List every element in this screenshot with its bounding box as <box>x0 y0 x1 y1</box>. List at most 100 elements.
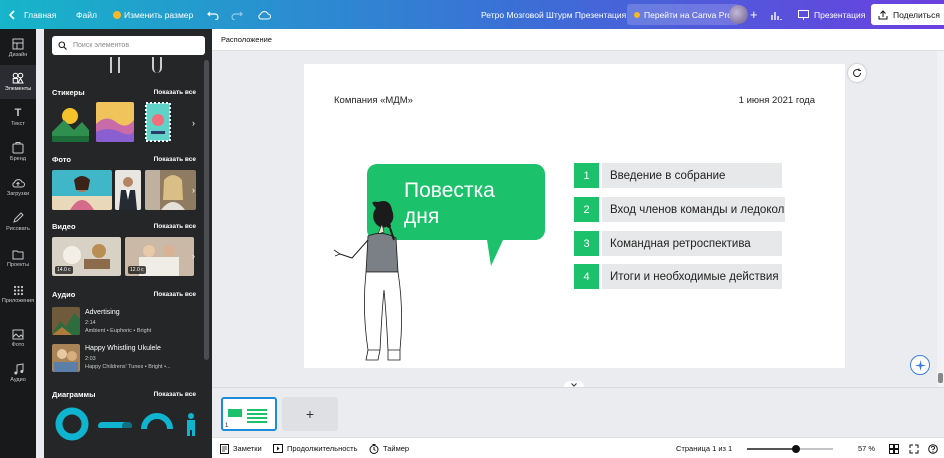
agenda-number: 1 <box>574 163 599 188</box>
cloud-save-button[interactable] <box>257 0 271 29</box>
home-button[interactable]: Главная <box>8 0 56 29</box>
vertical-scrollbar[interactable] <box>937 51 944 387</box>
agenda-text: Введение в собрание <box>602 163 782 188</box>
agenda-item[interactable]: 1 Введение в собрание <box>574 163 782 188</box>
sticker-painted-hills[interactable] <box>96 102 134 142</box>
stickers-next-arrow[interactable]: › <box>188 117 199 128</box>
rail-item-uploads[interactable]: Загрузки <box>0 170 36 204</box>
rail-label: Проекты <box>6 262 30 268</box>
video-duration: 14.0 с <box>55 266 73 274</box>
left-nav-rail: Дизайн Элементы T Текст Бренд Загрузки Р… <box>0 29 36 458</box>
notes-button[interactable]: Заметки <box>220 438 262 458</box>
agenda-item[interactable]: 2 Вход членов команды и ледокол <box>574 197 785 222</box>
file-menu[interactable]: Файл <box>76 0 97 29</box>
chart-person-thumb[interactable] <box>184 412 198 436</box>
duration-button[interactable]: Продолжительность <box>273 438 358 458</box>
brand-icon <box>11 142 25 154</box>
agenda-item[interactable]: 3 Командная ретроспектива <box>574 231 782 256</box>
photo-thumb-woman[interactable] <box>52 170 112 210</box>
add-collaborator-button[interactable]: + <box>750 0 758 29</box>
rail-label: Элементы <box>4 86 32 92</box>
pen-icon <box>11 212 25 224</box>
share-button[interactable]: Поделиться <box>871 4 944 25</box>
show-all-audio[interactable]: Показать все <box>154 291 196 298</box>
partial-element[interactable] <box>152 57 162 73</box>
chart-donut-thumb[interactable] <box>52 404 92 444</box>
timer-button[interactable]: Таймер <box>369 438 409 458</box>
add-page-button[interactable]: + <box>282 397 338 431</box>
doc-title-text: Ретро Мозговой Штурм Презентация <box>481 9 627 20</box>
show-all-stickers[interactable]: Показать все <box>154 89 196 96</box>
rail-item-design[interactable]: Дизайн <box>0 31 36 65</box>
scroll-thumb[interactable] <box>938 373 943 383</box>
help-button[interactable] <box>928 438 938 458</box>
show-all-charts[interactable]: Показать все <box>154 391 196 398</box>
agenda-item[interactable]: 4 Итоги и необходимые действия <box>574 264 782 289</box>
videos-next-arrow[interactable]: › <box>188 250 199 261</box>
present-button[interactable]: Презентация <box>791 4 872 25</box>
video-thumb-2[interactable]: 12.0 с <box>125 237 194 276</box>
zoom-slider-knob[interactable] <box>792 445 800 453</box>
photo-thumb-man[interactable] <box>115 170 141 210</box>
rail-item-photos[interactable]: Фото <box>0 321 36 355</box>
page-indicator[interactable]: Страница 1 из 1 <box>676 438 732 458</box>
search-input[interactable]: Поиск элементов <box>52 36 205 55</box>
panel-scrollbar[interactable] <box>204 60 209 360</box>
zoom-slider-fill <box>747 448 796 450</box>
company-text[interactable]: Компания «МДМ» <box>334 95 413 106</box>
page-thumbnail[interactable]: 1 <box>221 397 277 431</box>
video-duration: 12.0 с <box>128 266 146 274</box>
audio-title[interactable]: Happy Whistling Ukulele <box>85 345 161 352</box>
upgrade-pro-button[interactable]: Перейти на Canva Pro <box>627 4 739 25</box>
grid-view-button[interactable] <box>889 438 899 458</box>
magic-assistant-button[interactable] <box>910 355 930 375</box>
insights-button[interactable] <box>771 0 782 29</box>
sticker-sun-landscape[interactable] <box>52 102 89 142</box>
folder-icon <box>11 248 25 260</box>
agenda-text: Вход членов команды и ледокол <box>602 197 785 222</box>
audio-tags: Ambient • Euphoric • Bright <box>85 328 152 334</box>
chevron-right-icon: › <box>192 250 195 261</box>
rail-item-projects[interactable]: Проекты <box>0 241 36 275</box>
date-text[interactable]: 1 июня 2021 года <box>739 95 815 106</box>
video-thumb-1[interactable]: 14.0 с <box>52 237 121 276</box>
regenerate-button[interactable] <box>848 64 866 82</box>
redo-button[interactable] <box>231 0 243 29</box>
rail-item-apps[interactable]: Приложения <box>0 277 36 311</box>
agenda-text: Итоги и необходимые действия <box>602 264 782 289</box>
plus-icon: + <box>305 406 315 422</box>
rail-item-text[interactable]: T Текст <box>0 100 36 134</box>
show-all-photos[interactable]: Показать все <box>154 156 196 163</box>
sticker-stamp[interactable] <box>145 102 171 142</box>
show-all-videos[interactable]: Показать все <box>154 223 196 230</box>
page-info-text: Страница 1 из 1 <box>676 444 733 453</box>
bar-chart-icon <box>771 11 782 20</box>
rail-item-audio[interactable]: Аудио <box>0 356 36 390</box>
partial-element[interactable] <box>110 57 120 73</box>
resize-label: Изменить размер <box>124 9 194 20</box>
zoom-slider[interactable] <box>747 445 833 453</box>
zoom-value[interactable]: 57 % <box>858 438 875 458</box>
avatar[interactable] <box>729 5 748 24</box>
audio-cover-ukulele[interactable] <box>52 344 80 372</box>
audio-title[interactable]: Advertising <box>85 309 120 316</box>
chevron-right-icon: › <box>192 117 195 128</box>
photos-next-arrow[interactable]: › <box>188 184 199 195</box>
agenda-number: 2 <box>574 197 599 222</box>
resize-button[interactable]: Изменить размер <box>113 0 193 29</box>
chart-progress-bar-thumb[interactable] <box>98 418 132 428</box>
woman-illustration[interactable] <box>332 200 422 368</box>
position-button[interactable]: Расположение <box>221 35 272 44</box>
audio-cover-advertising[interactable] <box>52 307 80 335</box>
rail-item-elements[interactable]: Элементы <box>0 65 36 99</box>
file-label: Файл <box>76 9 97 20</box>
fullscreen-button[interactable] <box>909 438 919 458</box>
plus-icon: + <box>750 7 758 22</box>
document-title[interactable]: Ретро Мозговой Штурм Презентация <box>481 0 626 29</box>
rail-item-brand[interactable]: Бренд <box>0 135 36 169</box>
chart-gauge-thumb[interactable] <box>140 409 174 431</box>
audio-duration: 2:14 <box>85 320 96 326</box>
slide-canvas[interactable]: Компания «МДМ» 1 июня 2021 года Повестка… <box>304 64 845 368</box>
rail-item-draw[interactable]: Рисовать <box>0 205 36 239</box>
undo-button[interactable] <box>207 0 219 29</box>
